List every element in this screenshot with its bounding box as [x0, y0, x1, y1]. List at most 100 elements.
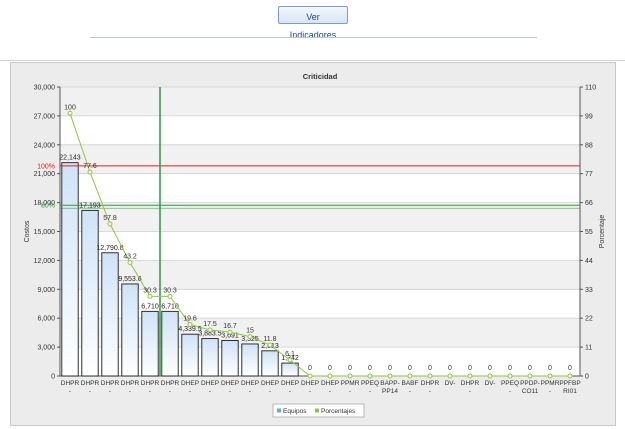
percentage-label: 0 [488, 365, 492, 372]
y2-tick-label: 0 [585, 374, 589, 381]
percentage-label: 0 [368, 365, 372, 372]
bar [101, 252, 119, 377]
percentage-label: 0 [308, 365, 312, 372]
x-tick-label: DHPR [61, 380, 80, 387]
percentage-point [147, 293, 153, 299]
x-tick-label-line2: - [229, 388, 231, 395]
x-tick-label-line2: - [369, 388, 371, 395]
percentage-point [107, 221, 113, 227]
y-tick-label: 6,000 [37, 316, 55, 323]
x-tick-label: PPMR [341, 380, 360, 387]
bar [181, 333, 199, 377]
x-tick-label: PPEQ [501, 380, 519, 387]
plot-band [60, 202, 580, 232]
percentage-point [367, 373, 373, 379]
bar-value-label: 12,790.8 [96, 245, 123, 252]
x-tick-label: PPDP- [520, 380, 540, 387]
x-tick-label: DHPR [101, 380, 120, 387]
y2-tick-label: 11 [585, 345, 592, 352]
percentage-label: 0 [328, 365, 332, 372]
bar [161, 310, 179, 377]
percentage-label: 0 [448, 365, 452, 372]
percentage-label: 0 [468, 365, 472, 372]
y-tick-label: 9,000 [37, 287, 55, 294]
x-tick-label: DV- [445, 380, 456, 387]
x-tick-label: BABF [402, 380, 419, 387]
percentage-label: 77.6 [83, 163, 97, 170]
x-tick-label-line2: - [109, 388, 111, 395]
y-tick-label: 15,000 [34, 229, 56, 236]
percentage-point [227, 329, 233, 335]
percentage-point [207, 327, 213, 333]
bar [201, 338, 219, 377]
plot-band [60, 144, 580, 174]
y2-tick-label: 33 [585, 287, 593, 294]
bar-value-label: 17,193 [79, 202, 101, 209]
percentage-label: 16.7 [223, 323, 237, 330]
legend-swatch-equipos [277, 408, 281, 413]
percentage-point [247, 334, 253, 340]
percentage-point [347, 373, 353, 379]
x-tick-label-line2: - [329, 388, 331, 395]
bar [121, 283, 139, 377]
x-tick-label-line2: - [169, 388, 171, 395]
y-tick-label: 24,000 [34, 142, 56, 149]
x-tick-label: DHEP [221, 380, 239, 387]
percentage-point [547, 373, 553, 379]
percentage-point [167, 293, 173, 299]
percentage-label: 11.8 [263, 336, 276, 343]
bar [81, 209, 99, 377]
percentage-label: 0 [528, 365, 532, 372]
x-tick-label: DHPR [461, 380, 480, 387]
percentage-point [487, 373, 493, 379]
y2-tick-label: 99 [585, 113, 593, 120]
percentage-point [327, 373, 333, 379]
percentage-label: 0 [428, 365, 432, 372]
x-tick-label-line2: - [189, 388, 191, 395]
y-tick-label: 27,000 [34, 113, 56, 120]
x-tick-label: DHPR [121, 380, 140, 387]
bar [221, 339, 239, 377]
x-tick-label-line2: CO11 [522, 388, 539, 395]
y2-tick-label: 66 [585, 200, 593, 207]
percentage-label: 43.2 [123, 254, 137, 261]
x-tick-label-line2: - [429, 388, 431, 395]
percentage-label: 0 [348, 365, 352, 372]
x-tick-label: DHPR [421, 380, 440, 387]
percentage-point [187, 322, 193, 328]
percentage-point [267, 342, 273, 348]
percentage-label: 19.6 [183, 316, 197, 323]
x-tick-label: DHEP [301, 380, 319, 387]
x-tick-label: DHEP [261, 380, 279, 387]
x-tick-label-line2: - [129, 388, 131, 395]
percentage-point [287, 357, 293, 363]
x-tick-label-line2: - [469, 388, 471, 395]
x-tick-label: DHEP [201, 380, 219, 387]
x-tick-label: DV- [485, 380, 496, 387]
y2-tick-label: 22 [585, 316, 593, 323]
x-tick-label-line2: - [89, 388, 91, 395]
x-tick-label: BAPP- [380, 380, 400, 387]
percentage-point [507, 373, 513, 379]
percentage-point [307, 373, 313, 379]
bar [61, 162, 79, 377]
percentage-point [447, 373, 453, 379]
x-tick-label-line2: - [509, 388, 511, 395]
x-tick-label-line2: - [249, 388, 251, 395]
percentage-point [567, 373, 573, 379]
percentage-label: 57.8 [103, 215, 117, 222]
y-axis-label: Costos [24, 220, 31, 242]
x-tick-label-line2: - [69, 388, 71, 395]
percentage-point [427, 373, 433, 379]
x-tick-label: DHPR [81, 380, 100, 387]
percentage-label: 15 [246, 328, 254, 335]
x-tick-label: DHEP [321, 380, 339, 387]
x-tick-label: DHEP [281, 380, 299, 387]
percentage-label: 100 [64, 104, 76, 111]
percentage-point [87, 169, 93, 175]
percentage-label: 0 [408, 365, 412, 372]
x-tick-label: PPMR [541, 380, 560, 387]
x-tick-label: PPFBP [559, 380, 580, 387]
y2-tick-label: 88 [585, 142, 593, 149]
percentage-label: 30.3 [163, 287, 177, 294]
